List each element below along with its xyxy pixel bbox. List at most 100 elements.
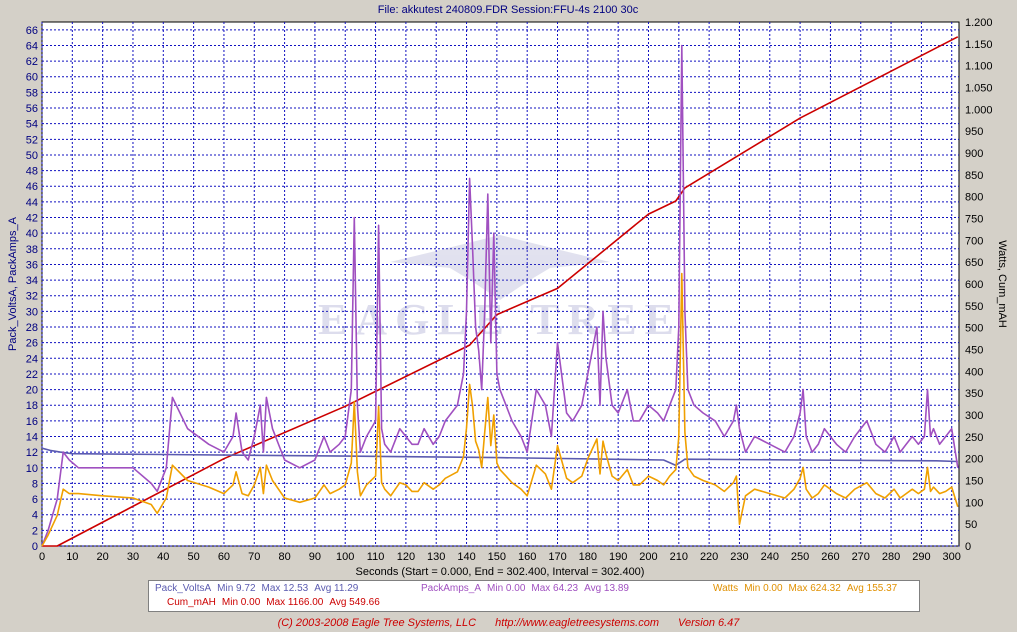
footer-version: Version 6.47 [678, 617, 740, 629]
y-left-tick-label: 18 [26, 400, 38, 412]
y-left-tick-label: 48 [26, 166, 38, 178]
y-right-tick-label: 1.050 [965, 83, 993, 95]
x-tick-label: 290 [912, 551, 930, 563]
stats-cum-name: Cum_mAH [167, 597, 216, 608]
y-left-tick-label: 6 [32, 494, 38, 506]
y-right-tick-label: 550 [965, 301, 983, 313]
y-left-axis-label: Pack_VoltsA, PackAmps_A [7, 216, 19, 351]
stats-watts: Watts Min 0.00 Max 624.32 Avg 155.37 [713, 582, 903, 596]
stats-amps-max: Max 64.23 [531, 583, 579, 594]
x-tick-label: 120 [397, 551, 415, 563]
stats-watts-max: Max 624.32 [788, 583, 841, 594]
y-right-tick-label: 1.100 [965, 61, 993, 73]
y-left-tick-label: 50 [26, 150, 38, 162]
footer-copyright: (C) 2003-2008 Eagle Tree Systems, LLC [277, 617, 477, 629]
x-tick-label: 10 [66, 551, 78, 563]
x-tick-label: 60 [218, 551, 230, 563]
y-right-tick-label: 300 [965, 410, 983, 422]
y-left-tick-label: 34 [26, 275, 38, 287]
y-right-tick-label: 150 [965, 476, 983, 488]
y-right-tick-label: 850 [965, 170, 983, 182]
y-left-tick-label: 4 [32, 510, 38, 522]
x-tick-label: 100 [336, 551, 354, 563]
watermark-text: EAGLE TREE [318, 295, 682, 344]
x-axis-label: Seconds (Start = 0.000, End = 302.400, I… [356, 566, 645, 578]
x-tick-label: 240 [761, 551, 779, 563]
x-tick-label: 0 [39, 551, 45, 563]
y-left-tick-label: 66 [26, 25, 38, 37]
y-right-tick-label: 800 [965, 192, 983, 204]
y-right-tick-label: 100 [965, 497, 983, 509]
footer-url[interactable]: http://www.eagletreesystems.com [495, 617, 659, 629]
y-left-tick-label: 44 [26, 197, 38, 209]
y-left-tick-label: 2 [32, 525, 38, 537]
y-left-tick-label: 24 [26, 353, 38, 365]
x-axis-ticks: 0 10 20 30 40 50 60 70 80 90 100 110 120 130 140 150 160… [39, 551, 961, 563]
y-left-tick-label: 60 [26, 72, 38, 84]
x-tick-label: 150 [488, 551, 506, 563]
stats-volts: Pack_VoltsA Min 9.72 Max 12.53 Avg 11.29 [155, 582, 364, 596]
x-tick-label: 300 [943, 551, 961, 563]
stats-volts-max: Max 12.53 [261, 583, 309, 594]
x-tick-label: 210 [670, 551, 688, 563]
stats-amps-min: Min 0.00 [487, 583, 526, 594]
y-left-tick-label: 62 [26, 56, 38, 68]
x-tick-label: 140 [457, 551, 475, 563]
x-tick-label: 80 [278, 551, 290, 563]
y-left-tick-label: 46 [26, 181, 38, 193]
y-right-tick-label: 400 [965, 366, 983, 378]
stats-cum-min: Min 0.00 [221, 597, 261, 608]
stats-watts-min: Min 0.00 [744, 583, 783, 594]
y-left-tick-label: 28 [26, 322, 38, 334]
chart: EAGLE TREE 0 10 20 30 40 50 60 70 80 90 100 110 120 1… [7, 4, 1008, 578]
y-left-tick-label: 8 [32, 478, 38, 490]
stats-watts-avg: Avg 155.37 [846, 583, 898, 594]
x-tick-label: 40 [157, 551, 169, 563]
y-left-tick-label: 30 [26, 306, 38, 318]
stats-volts-min: Min 9.72 [217, 583, 256, 594]
y-left-axis-ticks: 0246810121416182022242628303234363840424… [26, 25, 38, 553]
x-tick-label: 70 [248, 551, 260, 563]
y-right-tick-label: 1.200 [965, 17, 993, 29]
y-left-tick-label: 26 [26, 338, 38, 350]
stats-volts-name: Pack_VoltsA [155, 583, 212, 594]
x-tick-label: 280 [882, 551, 900, 563]
y-right-tick-label: 650 [965, 257, 983, 269]
y-left-tick-label: 64 [26, 40, 38, 52]
stats-legend: Pack_VoltsA Min 9.72 Max 12.53 Avg 11.29 Pa… [148, 580, 920, 612]
stats-watts-name: Watts [713, 583, 739, 594]
x-tick-label: 110 [367, 551, 385, 563]
x-tick-label: 270 [852, 551, 870, 563]
x-tick-label: 260 [821, 551, 839, 563]
x-tick-label: 130 [427, 551, 445, 563]
y-left-tick-label: 58 [26, 87, 38, 99]
y-left-tick-label: 20 [26, 385, 38, 397]
x-tick-label: 220 [700, 551, 718, 563]
y-right-tick-label: 250 [965, 432, 983, 444]
y-right-tick-label: 950 [965, 126, 983, 138]
stats-amps: PackAmps_A Min 0.00 Max 64.23 Avg 13.89 [421, 582, 635, 596]
y-left-tick-label: 14 [26, 432, 38, 444]
y-left-tick-label: 22 [26, 369, 38, 381]
y-right-tick-label: 200 [965, 454, 983, 466]
y-right-tick-label: 450 [965, 345, 983, 357]
y-right-axis-ticks: 0 50 100 150 200 250 300 350 400 450 500 550 600 650 7… [965, 17, 993, 553]
y-right-tick-label: 500 [965, 323, 983, 335]
y-right-tick-label: 0 [965, 541, 971, 553]
y-right-tick-label: 750 [965, 214, 983, 226]
y-left-tick-label: 10 [26, 463, 38, 475]
stats-amps-name: PackAmps_A [421, 583, 482, 594]
y-left-tick-label: 0 [32, 541, 38, 553]
x-tick-label: 30 [127, 551, 139, 563]
y-right-tick-label: 900 [965, 148, 983, 160]
x-tick-label: 170 [548, 551, 566, 563]
y-left-tick-label: 52 [26, 134, 38, 146]
y-right-axis-label: Watts, Cum_mAH [996, 240, 1008, 328]
stats-cum-max: Max 1166.00 [266, 597, 324, 608]
y-left-tick-label: 32 [26, 291, 38, 303]
x-tick-label: 230 [730, 551, 748, 563]
y-right-tick-label: 1.150 [965, 39, 993, 51]
y-left-tick-label: 12 [26, 447, 38, 459]
x-tick-label: 190 [609, 551, 627, 563]
stats-cum: Cum_mAH Min 0.00 Max 1166.00 Avg 549.66 [167, 596, 386, 610]
